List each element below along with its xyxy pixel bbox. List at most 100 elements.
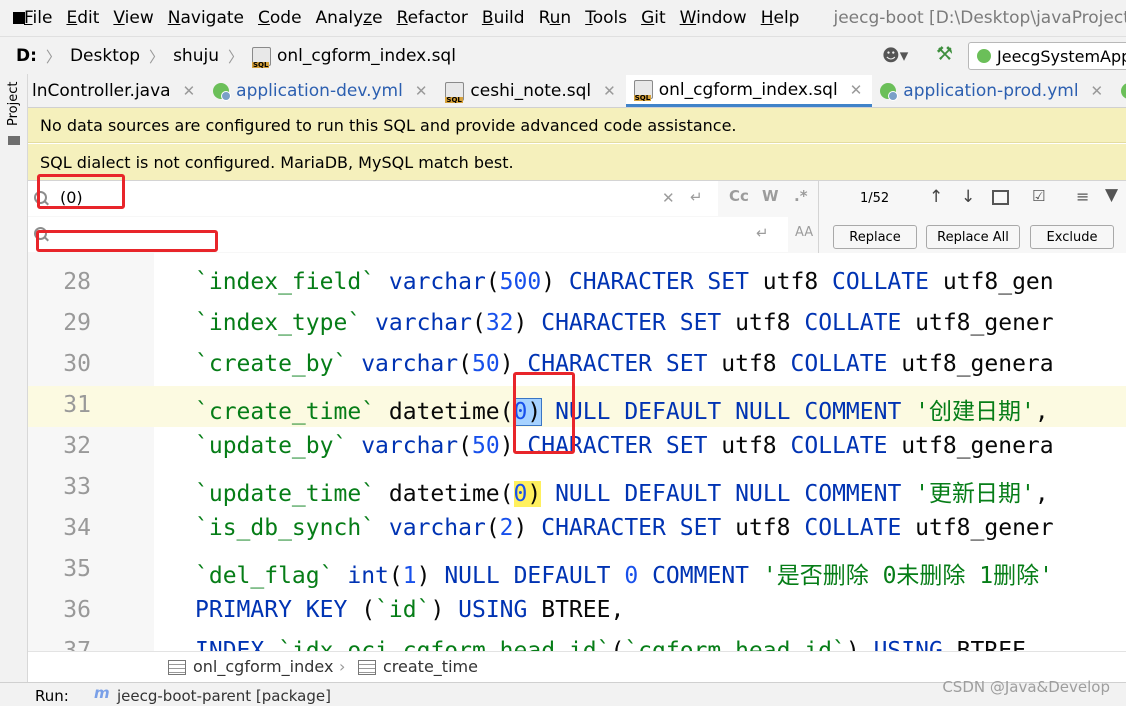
line-number-gutter: 28 29 30 31 32 33 34 35 36 37: [28, 253, 154, 664]
line-number: 30: [63, 351, 91, 377]
code-line[interactable]: `del_flag` int(1) NULL DEFAULT 0 COMMENT…: [195, 556, 1053, 590]
crumb-desktop[interactable]: Desktop: [70, 46, 140, 66]
code-line[interactable]: `create_time` datetime(0) NULL DEFAULT N…: [195, 392, 1049, 426]
annotation-box-search: [37, 174, 125, 209]
find-divider: [818, 181, 819, 253]
replace-all-button[interactable]: Replace All: [926, 225, 1020, 249]
menu-analyze[interactable]: Analyze: [316, 8, 383, 28]
table-icon: [168, 660, 186, 675]
user-icon[interactable]: ☻▾: [882, 46, 908, 66]
menu-refactor[interactable]: Refactor: [397, 8, 468, 28]
run-config-selector[interactable]: JeecgSystemApp: [968, 42, 1126, 70]
tab-label: application-prod.yml: [903, 81, 1079, 101]
menu-file[interactable]: File: [24, 8, 52, 28]
sql-file-icon: SQL: [251, 46, 271, 68]
filter-icon[interactable]: ▼: [1105, 185, 1118, 205]
run-config-tab[interactable]: jeecg-boot-parent [package]: [117, 687, 331, 705]
close-icon[interactable]: ✕: [850, 81, 863, 99]
previous-occurrence-icon[interactable]: ↑: [929, 187, 943, 207]
run-config-label: JeecgSystemApp: [997, 46, 1126, 66]
line-number: 29: [63, 310, 91, 336]
regex-toggle[interactable]: .*: [794, 187, 808, 205]
clear-icon[interactable]: ✕: [662, 189, 675, 207]
menu-window[interactable]: Window: [680, 8, 747, 28]
new-line-icon[interactable]: ↵: [756, 224, 769, 242]
code-line[interactable]: `is_db_synch` varchar(2) CHARACTER SET u…: [195, 515, 1054, 541]
annotation-box-match: [513, 372, 575, 454]
maven-icon: m: [94, 684, 110, 702]
close-icon[interactable]: ✕: [183, 82, 196, 100]
editor-tabs: lnController.java ✕ application-dev.yml ✕ …: [28, 74, 1126, 108]
match-count: 1/52: [860, 191, 890, 206]
tab-label: onl_cgform_index.sql: [658, 79, 838, 100]
tab-onl-cgform-index[interactable]: SQL onl_cgform_index.sql ✕: [625, 75, 873, 107]
chevron-right-icon: 〉: [227, 47, 243, 66]
close-icon[interactable]: ✕: [603, 82, 616, 100]
yml-file-icon: [213, 83, 232, 101]
match-case-toggle[interactable]: Cc: [729, 187, 749, 205]
banner-text: No data sources are configured to run th…: [40, 115, 737, 135]
crumb-drive[interactable]: D:: [16, 46, 37, 66]
tab-label: lnController.java: [32, 81, 171, 101]
window-title: jeecg-boot [D:\Desktop\javaProject\cam: [833, 8, 1126, 28]
build-hammer-icon[interactable]: ⚒: [936, 43, 953, 65]
column-icon: [358, 660, 376, 675]
tab-ceshi-note[interactable]: SQL ceshi_note.sql ✕: [437, 75, 625, 107]
crumb-file[interactable]: onl_cgform_index.sql: [277, 46, 456, 66]
line-number: 32: [63, 433, 91, 459]
tab-controller-java[interactable]: lnController.java ✕: [28, 75, 205, 107]
spring-app-icon: [977, 49, 991, 63]
annotation-box-replace: [36, 230, 218, 252]
menu-tools[interactable]: Tools: [585, 8, 627, 28]
line-number: 33: [63, 474, 91, 500]
menu-run[interactable]: Run: [539, 8, 572, 28]
select-all-occurrences-icon[interactable]: [992, 190, 1009, 205]
code-line[interactable]: `create_by` varchar(50) CHARACTER SET ut…: [195, 351, 1054, 377]
new-line-icon[interactable]: ↵: [690, 188, 703, 206]
multiline-icon[interactable]: ≡: [1076, 187, 1089, 206]
yml-file-icon: [880, 83, 899, 101]
crumb-shuju[interactable]: shuju: [173, 46, 219, 66]
chevron-right-icon: ›: [339, 657, 346, 676]
menu-edit[interactable]: Edit: [66, 8, 99, 28]
replace-button[interactable]: Replace: [833, 225, 917, 249]
code-editor[interactable]: `index_field` varchar(500) CHARACTER SET…: [154, 253, 1126, 651]
close-icon[interactable]: ✕: [1091, 82, 1104, 100]
dialect-warning-banner: SQL dialect is not configured. MariaDB, …: [28, 144, 1126, 180]
tab-application[interactable]: applicatior: [1113, 75, 1126, 107]
breadcrumb-column[interactable]: create_time: [383, 657, 478, 676]
menu-navigate[interactable]: Navigate: [168, 8, 244, 28]
line-number: 31: [63, 392, 91, 418]
tab-application-prod[interactable]: application-prod.yml ✕: [872, 75, 1113, 107]
exclude-button[interactable]: Exclude: [1030, 225, 1114, 249]
datasource-warning-banner: No data sources are configured to run th…: [28, 108, 1126, 143]
menu-view[interactable]: View: [113, 8, 153, 28]
menu-git[interactable]: Git: [641, 8, 666, 28]
yml-file-icon: [1121, 83, 1126, 99]
project-tool-button[interactable]: Project: [6, 82, 21, 126]
menu-help[interactable]: Help: [761, 8, 800, 28]
search-field[interactable]: (0) ✕ ↵: [28, 181, 718, 216]
next-occurrence-icon[interactable]: ↓: [961, 187, 975, 207]
breadcrumb-table[interactable]: onl_cgform_index: [193, 657, 333, 676]
menu-code[interactable]: Code: [258, 8, 302, 28]
sql-file-icon: SQL: [633, 80, 653, 102]
code-line[interactable]: INDEX `idx_oci_cgform_head_id`(`cgform_h…: [195, 638, 1026, 651]
preserve-case-toggle[interactable]: AA: [795, 225, 813, 240]
whole-words-toggle[interactable]: W: [762, 187, 779, 205]
code-line[interactable]: `index_field` varchar(500) CHARACTER SET…: [195, 269, 1054, 295]
chevron-right-icon: 〉: [149, 47, 165, 66]
filter-options-icon[interactable]: ☑: [1032, 187, 1045, 205]
code-line[interactable]: `update_time` datetime(0) NULL DEFAULT N…: [195, 474, 1049, 508]
code-line[interactable]: `index_type` varchar(32) CHARACTER SET u…: [195, 310, 1054, 336]
code-line[interactable]: `update_by` varchar(50) CHARACTER SET ut…: [195, 433, 1054, 459]
code-line[interactable]: PRIMARY KEY (`id`) USING BTREE,: [195, 597, 624, 623]
banner-text: SQL dialect is not configured. MariaDB, …: [40, 152, 514, 172]
close-icon[interactable]: ✕: [415, 82, 428, 100]
navigation-bar: D: 〉 Desktop 〉 shuju 〉 SQL onl_cgform_in…: [0, 36, 1126, 75]
menu-build[interactable]: Build: [482, 8, 525, 28]
tab-application-dev[interactable]: application-dev.yml ✕: [205, 75, 437, 107]
tool-window-strip: Project: [0, 74, 28, 705]
line-number: 28: [63, 269, 91, 295]
menu-bar: File Edit View Navigate Code Analyze Ref…: [0, 0, 1126, 36]
